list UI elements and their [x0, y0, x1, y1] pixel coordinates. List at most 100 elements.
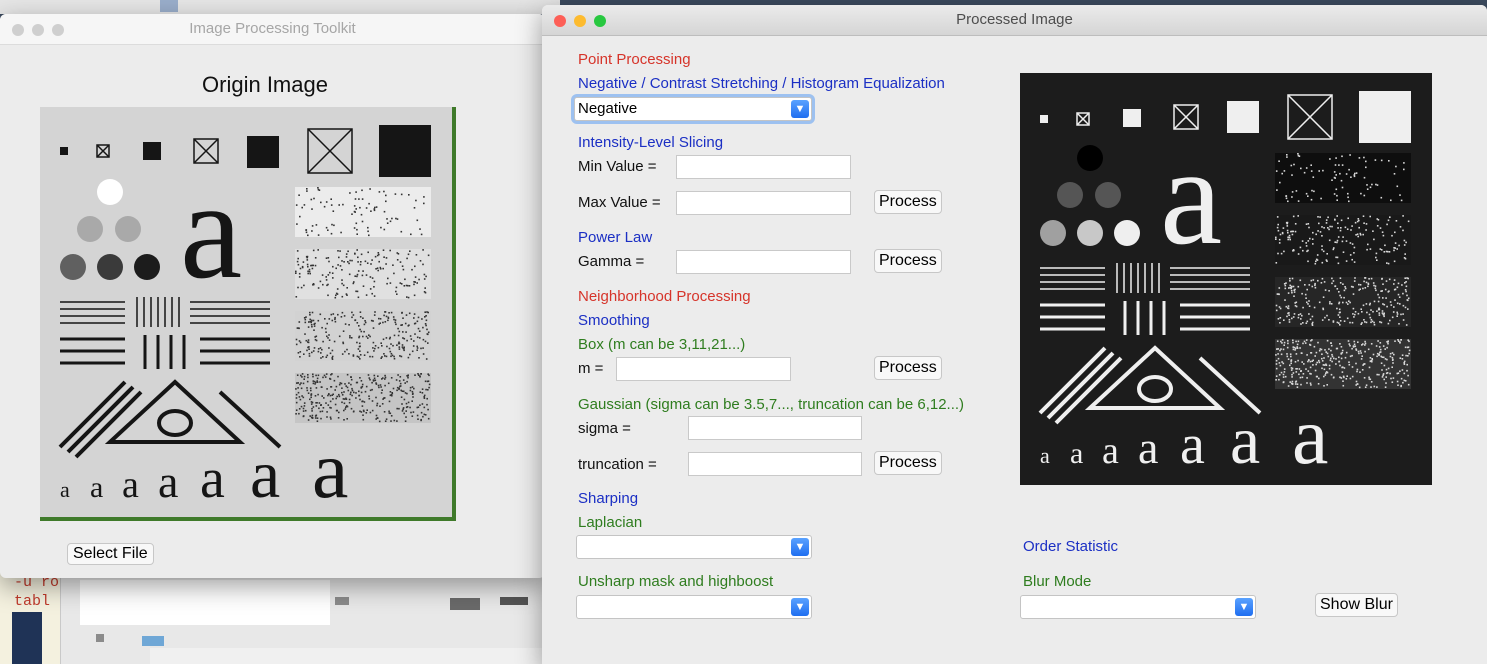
noise-speck	[1282, 373, 1285, 376]
noise-speck	[332, 393, 334, 396]
noise-speck	[1325, 219, 1328, 221]
laplacian-select[interactable]: ▼	[576, 535, 812, 559]
noise-speck	[1351, 354, 1353, 357]
noise-speck	[422, 347, 424, 349]
noise-speck	[1353, 343, 1356, 346]
noise-speck	[423, 202, 425, 205]
noise-speck	[1321, 277, 1324, 280]
noise-speck	[1336, 288, 1339, 290]
noise-speck	[398, 330, 401, 333]
m-input[interactable]	[616, 357, 791, 381]
noise-speck	[343, 261, 345, 263]
noise-speck	[1332, 280, 1335, 282]
noise-speck	[369, 188, 371, 190]
noise-speck	[356, 355, 359, 358]
noise-speck	[307, 376, 309, 379]
noise-speck	[409, 250, 411, 252]
noise-speck	[1345, 378, 1348, 380]
noise-speck	[1317, 341, 1319, 344]
noise-speck	[1289, 353, 1292, 355]
noise-speck	[1331, 360, 1333, 363]
noise-speck	[352, 355, 355, 357]
noise-speck	[1375, 345, 1378, 347]
noise-speck	[1372, 310, 1374, 313]
noise-speck	[409, 353, 411, 356]
noise-speck	[1302, 306, 1304, 309]
show-blur-button[interactable]: Show Blur	[1315, 593, 1398, 617]
noise-speck	[300, 374, 302, 377]
noise-speck	[1313, 190, 1315, 193]
noise-speck	[1396, 185, 1399, 188]
noise-speck	[335, 294, 337, 297]
noise-speck	[1354, 313, 1356, 316]
noise-speck	[1308, 284, 1311, 286]
noise-speck	[310, 416, 313, 419]
min-value-input[interactable]	[676, 155, 851, 179]
noise-speck	[327, 257, 330, 259]
noise-speck	[1402, 381, 1404, 384]
noise-speck	[341, 391, 343, 394]
blur-mode-select[interactable]: ▼	[1020, 595, 1256, 619]
noise-speck	[1340, 346, 1343, 348]
noise-speck	[1387, 322, 1390, 325]
noise-speck	[1302, 322, 1304, 324]
noise-speck	[1306, 301, 1308, 304]
noise-speck	[1383, 364, 1386, 367]
noise-speck	[1292, 215, 1295, 218]
toolkit-titlebar[interactable]: Image Processing Toolkit	[0, 14, 545, 45]
noise-speck	[348, 324, 350, 326]
noise-speck	[406, 392, 408, 395]
noise-speck	[315, 224, 318, 226]
noise-speck	[396, 420, 398, 422]
noise-speck	[1276, 216, 1279, 218]
slicing-process-button[interactable]: Process	[874, 190, 942, 214]
noise-speck	[1300, 167, 1302, 170]
noise-speck	[337, 417, 340, 419]
max-value-label: Max Value =	[578, 194, 661, 211]
truncation-input[interactable]	[688, 452, 862, 476]
noise-speck	[1290, 355, 1292, 358]
unsharp-mask-select[interactable]: ▼	[576, 595, 812, 619]
sigma-input[interactable]	[688, 416, 862, 440]
noise-speck	[1404, 253, 1406, 255]
noise-speck	[409, 406, 411, 409]
noise-speck	[1383, 315, 1385, 318]
gaussian-process-button[interactable]: Process	[874, 451, 942, 475]
noise-speck	[1407, 297, 1410, 300]
noise-speck	[370, 210, 372, 212]
noise-speck	[304, 333, 306, 335]
box-process-button[interactable]: Process	[874, 356, 942, 380]
noise-speck	[301, 376, 303, 378]
noise-speck	[1287, 292, 1290, 294]
noise-speck	[335, 267, 337, 270]
noise-speck	[392, 316, 395, 318]
noise-speck	[307, 392, 310, 394]
noise-speck	[1333, 176, 1336, 179]
noise-speck	[1365, 384, 1368, 386]
power-law-process-button[interactable]: Process	[874, 249, 942, 273]
noise-speck	[349, 336, 351, 339]
max-value-input[interactable]	[676, 191, 851, 215]
gamma-input[interactable]	[676, 250, 851, 274]
noise-speck	[404, 278, 406, 281]
noise-speck	[1341, 240, 1344, 243]
noise-speck	[1365, 281, 1368, 284]
processed-titlebar[interactable]: Processed Image	[542, 5, 1487, 36]
noise-speck	[396, 386, 399, 389]
noise-speck	[407, 376, 409, 379]
pattern-circle	[1095, 182, 1121, 208]
select-file-button[interactable]: Select File	[67, 543, 154, 565]
noise-speck	[1297, 200, 1300, 202]
point-processing-select[interactable]: Negative ▼	[574, 97, 812, 121]
noise-speck	[1331, 353, 1333, 356]
noise-speck	[312, 380, 315, 382]
noise-speck	[310, 396, 312, 399]
noise-speck	[385, 200, 387, 203]
noise-speck	[308, 321, 310, 323]
noise-speck	[307, 419, 310, 421]
noise-speck	[1285, 197, 1288, 200]
noise-speck	[416, 347, 419, 349]
noise-speck	[1301, 376, 1304, 379]
noise-speck	[1314, 286, 1317, 289]
noise-speck	[1285, 305, 1288, 308]
